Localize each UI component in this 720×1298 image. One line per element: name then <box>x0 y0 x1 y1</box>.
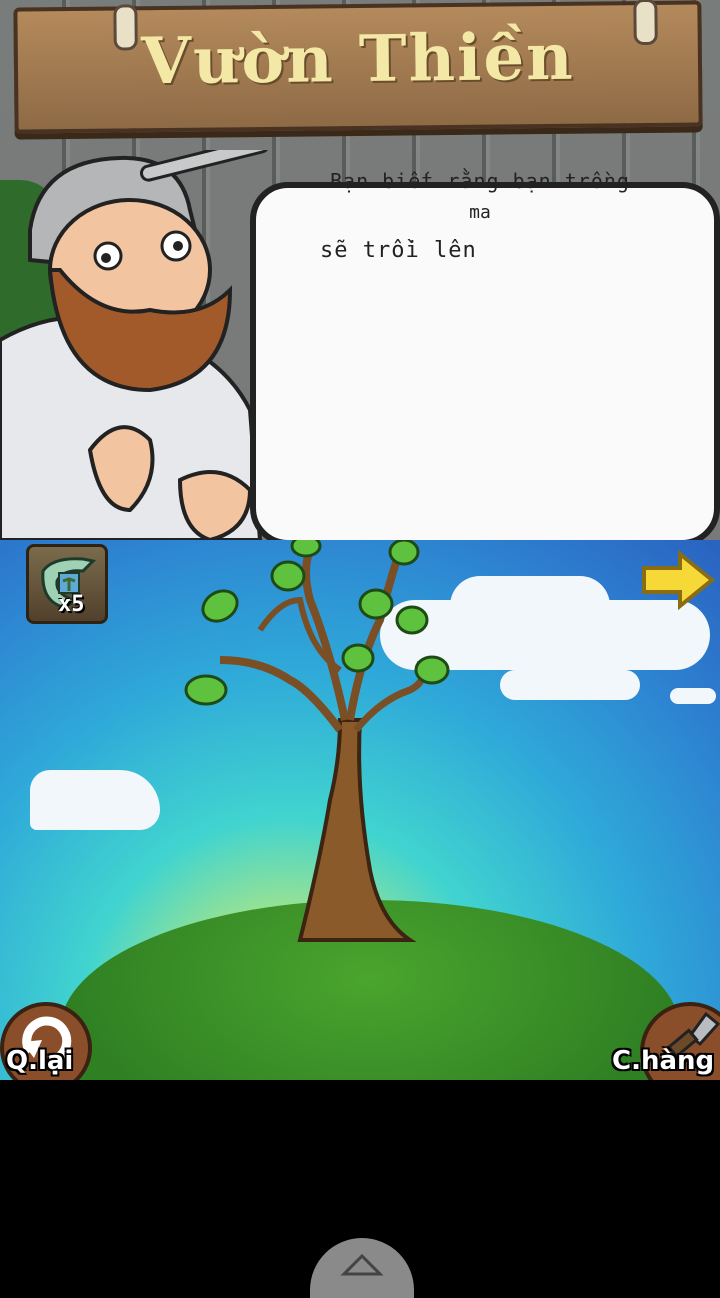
cloud <box>500 670 640 700</box>
dialog-line-3: sẽ trồi lên <box>320 238 477 263</box>
crazy-dave-portrait <box>0 150 270 540</box>
arrow-right-icon[interactable] <box>640 550 716 610</box>
top-screen: Vườn Thiền Bạn biết rằng bạn trồng ma sẽ… <box>0 0 720 540</box>
seed-count: x5 <box>58 592 85 617</box>
tree-of-wisdom[interactable] <box>180 540 480 960</box>
speech-bubble-tail <box>404 528 456 540</box>
page-title: Vườn Thiền <box>140 19 576 100</box>
cloud <box>670 688 716 704</box>
dialog-text: Bạn biết rằng bạn trồng ma <box>290 168 670 226</box>
dialog-line-2: ma <box>469 202 491 223</box>
shop-button-label[interactable]: C.hàng <box>612 1046 714 1076</box>
zen-garden-scene[interactable]: x5 Q.lại C.hàng <box>0 540 720 1080</box>
back-button-label[interactable]: Q.lại <box>6 1046 73 1076</box>
title-sign: Vườn Thiền <box>13 0 703 134</box>
dialog-line-1: Bạn biết rằng bạn trồng <box>330 169 630 193</box>
speech-bubble <box>250 182 720 540</box>
chevron-up-icon[interactable] <box>340 1252 384 1278</box>
cloud <box>30 770 160 830</box>
